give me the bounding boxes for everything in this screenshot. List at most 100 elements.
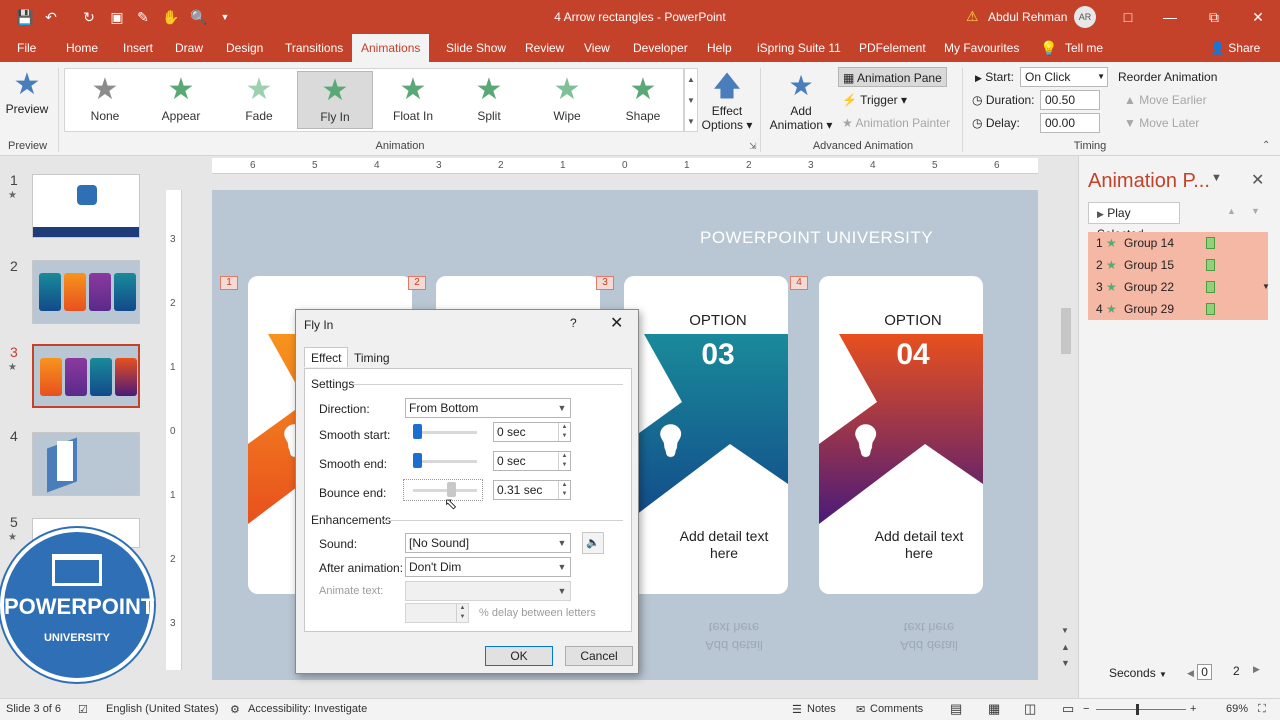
animation-pane-button[interactable]: ▦ Animation Pane bbox=[838, 67, 947, 87]
slideshow-icon[interactable]: ▭ bbox=[1062, 701, 1074, 717]
animation-fade[interactable]: ★ Fade bbox=[221, 71, 297, 129]
next-slide-icon[interactable]: ▼ bbox=[1061, 658, 1070, 668]
animation-list-item[interactable]: 4 ★ Group 29 bbox=[1088, 298, 1268, 320]
comments-button[interactable]: Comments bbox=[870, 703, 923, 715]
accessibility-status[interactable]: Accessibility: Investigate bbox=[248, 703, 367, 715]
spin-arrows-icon[interactable]: ▲ ▼ bbox=[558, 452, 570, 470]
scroll-down-icon[interactable]: ▼ bbox=[1061, 626, 1069, 635]
tab-slide-show[interactable]: Slide Show bbox=[437, 34, 515, 62]
share-button[interactable]: 👤 Share bbox=[1210, 34, 1260, 62]
fit-slide-icon[interactable]: ⛶ bbox=[1258, 703, 1266, 716]
bounce-end-input[interactable]: 0.31 sec ▲ ▼ bbox=[493, 480, 571, 500]
dialog-launcher-icon[interactable]: ⇲ bbox=[749, 141, 757, 152]
tab-ispring[interactable]: iSpring Suite 11 bbox=[748, 34, 850, 62]
avatar[interactable]: AR bbox=[1074, 6, 1096, 28]
animation-list-item[interactable]: 2 ★ Group 15 bbox=[1088, 254, 1268, 276]
notes-button[interactable]: Notes bbox=[807, 703, 836, 715]
ok-button[interactable]: OK bbox=[485, 646, 553, 666]
tab-file[interactable]: File bbox=[8, 34, 45, 62]
tab-tell-me[interactable]: Tell me bbox=[1056, 34, 1112, 62]
slide-thumb-4[interactable] bbox=[32, 432, 140, 496]
tab-timing[interactable]: Timing bbox=[348, 348, 396, 368]
tab-view[interactable]: View bbox=[575, 34, 619, 62]
after-animation-select[interactable]: Don't Dim ▼ bbox=[405, 557, 571, 577]
smooth-start-slider[interactable] bbox=[413, 424, 422, 439]
warning-icon[interactable]: ⚠ bbox=[966, 8, 979, 25]
scroll-left-icon[interactable]: ◀ bbox=[1187, 668, 1194, 678]
animation-order-badge[interactable]: 3 bbox=[596, 276, 614, 290]
ribbon-display-icon[interactable]: □ bbox=[1118, 7, 1138, 27]
animation-order-badge[interactable]: 4 bbox=[790, 276, 808, 290]
smooth-end-input[interactable]: 0 sec ▲ ▼ bbox=[493, 451, 571, 471]
animation-wipe[interactable]: ★ Wipe bbox=[529, 71, 605, 129]
slide-title[interactable]: POWERPOINT UNIVERSITY bbox=[700, 228, 933, 248]
move-later-button[interactable]: ▼ Move Later bbox=[1124, 113, 1199, 133]
print-preview-icon[interactable]: 🔍 bbox=[190, 8, 208, 26]
chevron-down-icon[interactable]: ▼ bbox=[1262, 276, 1270, 298]
slide-scrollbar[interactable]: ▼ ▲ ▼ bbox=[1058, 190, 1074, 680]
close-icon[interactable]: ✕ bbox=[610, 313, 623, 333]
start-select[interactable]: On Click ▼ bbox=[1020, 67, 1108, 87]
minimize-icon[interactable]: — bbox=[1160, 7, 1180, 27]
option-card[interactable]: OPTION 03 💡 Add detail text here bbox=[624, 276, 788, 594]
tab-review[interactable]: Review bbox=[516, 34, 573, 62]
option-card[interactable]: OPTION 04 💡 Add detail text here bbox=[819, 276, 983, 594]
move-down-icon[interactable]: ▼ bbox=[1251, 206, 1260, 216]
tab-my-favourites[interactable]: My Favourites bbox=[935, 34, 1028, 62]
tab-help[interactable]: Help bbox=[698, 34, 741, 62]
tab-home[interactable]: Home bbox=[57, 34, 107, 62]
zoom-out-icon[interactable]: − bbox=[1083, 703, 1089, 715]
timing-bar[interactable] bbox=[1206, 303, 1215, 315]
speaker-icon[interactable]: 🔈 bbox=[582, 532, 604, 554]
undo-icon[interactable]: ↶ bbox=[42, 8, 60, 26]
smooth-end-slider[interactable] bbox=[413, 453, 422, 468]
save-icon[interactable]: 💾 bbox=[16, 8, 34, 26]
customize-qat-icon[interactable]: ▼ bbox=[216, 8, 234, 26]
delay-input[interactable]: 00.00 bbox=[1040, 113, 1100, 133]
animation-fly-in[interactable]: ★ Fly In bbox=[297, 71, 373, 129]
slide-thumb-3[interactable] bbox=[32, 344, 140, 408]
tab-pdfelement[interactable]: PDFelement bbox=[850, 34, 935, 62]
help-button[interactable]: ? bbox=[570, 316, 577, 330]
tab-insert[interactable]: Insert bbox=[114, 34, 162, 62]
move-up-icon[interactable]: ▲ bbox=[1227, 206, 1236, 216]
redo-icon[interactable]: ↻ bbox=[80, 8, 98, 26]
preview-button[interactable]: ★ Preview bbox=[4, 68, 50, 132]
scrollbar-thumb[interactable] bbox=[1061, 308, 1071, 354]
gallery-scroll[interactable]: ▲ ▼ ▼ bbox=[684, 68, 698, 132]
language[interactable]: English (United States) bbox=[106, 703, 219, 715]
restore-icon[interactable]: ⧉ bbox=[1204, 7, 1224, 27]
timing-bar[interactable] bbox=[1206, 237, 1215, 249]
normal-view-icon[interactable]: ▤ bbox=[950, 701, 962, 717]
spelling-icon[interactable]: ☑ bbox=[78, 703, 88, 716]
sound-select[interactable]: [No Sound] ▼ bbox=[405, 533, 571, 553]
tab-developer[interactable]: Developer bbox=[624, 34, 697, 62]
tab-animations[interactable]: Animations bbox=[352, 34, 430, 62]
spin-arrows-icon[interactable]: ▲ ▼ bbox=[456, 604, 468, 622]
move-earlier-button[interactable]: ▲ Move Earlier bbox=[1124, 90, 1207, 110]
spin-arrows-icon[interactable]: ▲ ▼ bbox=[558, 481, 570, 499]
tab-design[interactable]: Design bbox=[217, 34, 272, 62]
collapse-ribbon-icon[interactable]: ⌃ bbox=[1262, 140, 1270, 151]
seconds-menu[interactable]: Seconds ▼ bbox=[1109, 666, 1167, 680]
slide-thumb-1[interactable] bbox=[32, 174, 140, 238]
animation-float-in[interactable]: ★ Float In bbox=[375, 71, 451, 129]
pane-menu-icon[interactable]: ▼ bbox=[1211, 172, 1222, 184]
slide-thumb-2[interactable] bbox=[32, 260, 140, 324]
close-icon[interactable]: ✕ bbox=[1248, 7, 1268, 27]
smooth-start-input[interactable]: 0 sec ▲ ▼ bbox=[493, 422, 571, 442]
delay-letters-input[interactable]: ▲ ▼ bbox=[405, 603, 469, 623]
slide-sorter-icon[interactable]: ▦ bbox=[988, 701, 1000, 717]
animation-order-badge[interactable]: 1 bbox=[220, 276, 238, 290]
cancel-button[interactable]: Cancel bbox=[565, 646, 633, 666]
zoom-in-icon[interactable]: + bbox=[1190, 703, 1196, 715]
paint-icon[interactable]: ✎ bbox=[134, 8, 152, 26]
timing-bar[interactable] bbox=[1206, 259, 1215, 271]
reading-view-icon[interactable]: ◫ bbox=[1024, 701, 1036, 717]
spin-arrows-icon[interactable]: ▲ ▼ bbox=[558, 423, 570, 441]
scroll-right-icon[interactable]: ▶ bbox=[1253, 664, 1260, 675]
timing-bar[interactable] bbox=[1206, 281, 1215, 293]
duration-input[interactable]: 00.50 bbox=[1040, 90, 1100, 110]
zoom-level[interactable]: 69% bbox=[1226, 703, 1248, 715]
animation-shape[interactable]: ★ Shape bbox=[605, 71, 681, 129]
